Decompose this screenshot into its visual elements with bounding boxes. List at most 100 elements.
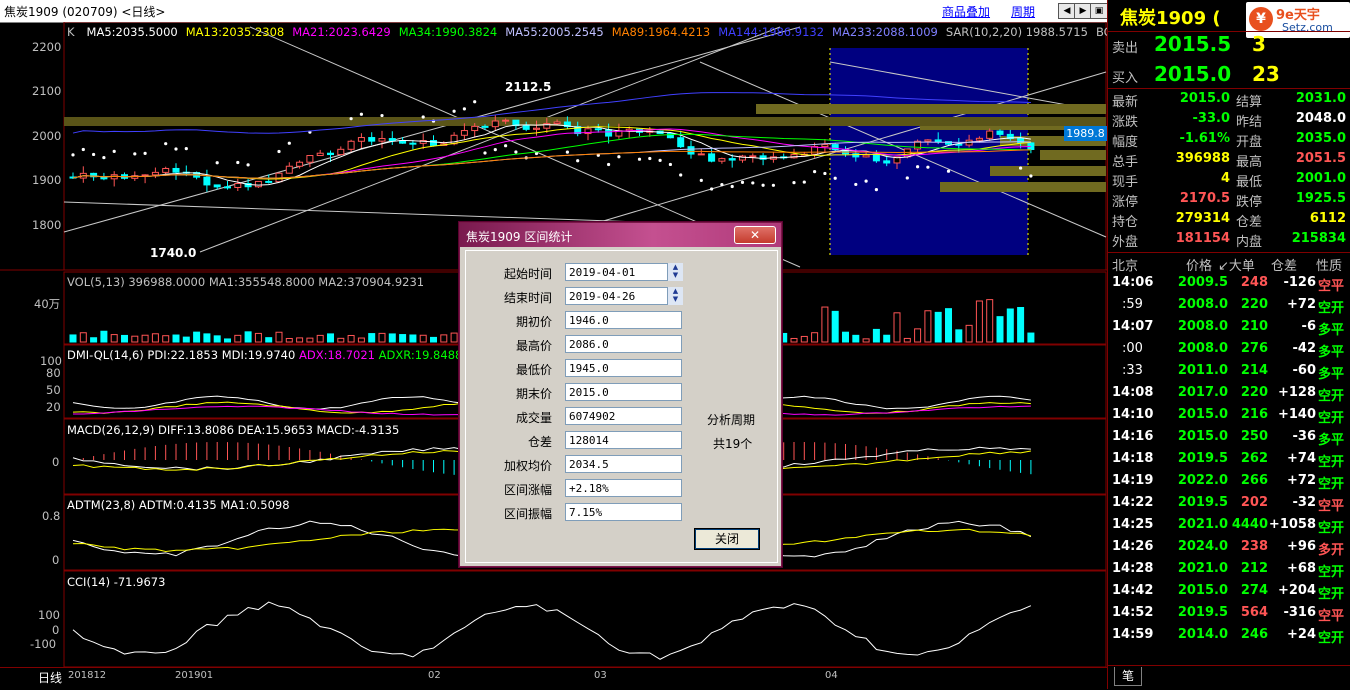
dmi-tick-80: 80 bbox=[46, 366, 61, 380]
sar-dot bbox=[679, 173, 683, 177]
volume-bar bbox=[914, 328, 922, 343]
volume-bar bbox=[337, 337, 345, 343]
candle-body bbox=[821, 144, 829, 148]
sar-dot bbox=[504, 144, 508, 148]
stat-field[interactable]: 2086.0 bbox=[565, 335, 682, 353]
dmi-tick-50: 50 bbox=[46, 383, 61, 397]
stat-field[interactable]: 6074902 bbox=[565, 407, 682, 425]
date-input[interactable]: 2019-04-26 bbox=[565, 287, 682, 305]
dmi-legend: DMI-QL(14,6) PDI:22.1853 MDI:19.9740 ADX… bbox=[67, 348, 462, 362]
sar-dot bbox=[916, 165, 920, 169]
sar-dot bbox=[71, 153, 75, 157]
stat-label: 外盘 bbox=[1112, 235, 1139, 250]
sar-dot bbox=[473, 100, 477, 104]
candle-body bbox=[347, 140, 355, 150]
ma-legend-item: MA13:2035.2308 bbox=[185, 25, 285, 39]
stat-field[interactable]: 2034.5 bbox=[565, 455, 682, 473]
stat-field[interactable]: 7.15% bbox=[565, 503, 682, 521]
volume-bar bbox=[1027, 332, 1035, 343]
dialog-field-label: 起始时间 bbox=[503, 267, 552, 281]
tick-diff: +128 bbox=[1277, 385, 1316, 400]
volume-bar bbox=[203, 333, 211, 343]
stat-label: 持仓 bbox=[1112, 215, 1139, 230]
tick-nature: 空开 bbox=[1318, 389, 1345, 404]
tick-time: 14:10 bbox=[1112, 407, 1154, 422]
sar-dot bbox=[380, 113, 384, 118]
buy-qty: 23 bbox=[1252, 62, 1280, 86]
sar-dot bbox=[874, 188, 879, 192]
volume-bar bbox=[131, 335, 139, 343]
spinner-icon[interactable]: ▲ ▼ bbox=[667, 287, 683, 305]
overlay-link[interactable]: 商品叠加 bbox=[942, 3, 990, 20]
tick-vol: 238 bbox=[1240, 539, 1268, 554]
tick-nature: 空平 bbox=[1318, 499, 1345, 514]
period-label[interactable]: 日线 bbox=[38, 669, 62, 686]
sar-dot bbox=[905, 176, 909, 180]
sar-dot bbox=[710, 187, 714, 191]
tab-ticks[interactable]: 笔 bbox=[1114, 667, 1142, 686]
stat-field[interactable]: +2.18% bbox=[565, 479, 682, 497]
candle-body bbox=[378, 138, 386, 142]
date-input[interactable]: 2019-04-01 bbox=[565, 263, 682, 281]
tick-diff: -316 bbox=[1283, 605, 1316, 620]
dialog-close-icon[interactable]: ✕ bbox=[734, 226, 776, 244]
candle-body bbox=[697, 153, 705, 156]
candle-body bbox=[224, 186, 231, 189]
candle-body bbox=[986, 130, 994, 139]
tick-time: 14:16 bbox=[1112, 429, 1154, 444]
tick-price: 2008.0 bbox=[1177, 341, 1228, 356]
volume-bar bbox=[265, 337, 273, 343]
sar-dot bbox=[277, 149, 281, 154]
sar-dot bbox=[359, 112, 363, 116]
sar-dot bbox=[133, 152, 137, 156]
dialog-field-label: 成交量 bbox=[515, 411, 552, 425]
cci-tick-100: 100 bbox=[38, 608, 60, 622]
candle-body bbox=[553, 121, 561, 125]
candle-body bbox=[430, 140, 437, 146]
macd-tick-0: 0 bbox=[52, 455, 60, 469]
sar-dot bbox=[215, 161, 219, 165]
close-button[interactable]: 关闭 bbox=[694, 528, 760, 550]
tick-diff: -126 bbox=[1283, 275, 1316, 290]
tick-list[interactable]: 14:06 2009.5 248 -126 空平:59 2008.0 220 +72 空开 14:… bbox=[1108, 273, 1350, 653]
volume-bar bbox=[69, 334, 77, 343]
volume-profile-bar bbox=[64, 117, 1106, 126]
tick-row: :33 2011.0 214 -60 多平 bbox=[1108, 361, 1350, 383]
sar-dot bbox=[236, 160, 240, 165]
volume-bar bbox=[883, 334, 891, 343]
dialog-title-bar[interactable]: 焦炭1909 区间统计 ✕ bbox=[460, 223, 781, 247]
x-label-02: 02 bbox=[428, 670, 441, 681]
candle-body bbox=[975, 137, 983, 141]
candle-body bbox=[306, 155, 314, 163]
gann-line bbox=[63, 201, 641, 223]
tick-diff: +72 bbox=[1287, 473, 1316, 488]
cci-legend: CCI(14) -71.9673 bbox=[67, 575, 166, 589]
stat-field[interactable]: 2015.0 bbox=[565, 383, 682, 401]
stat-field[interactable]: 128014 bbox=[565, 431, 682, 449]
chart-title-bar: 焦炭1909 (020709) <日线> 商品叠加 周期 ◀ ▶ ▣ bbox=[0, 0, 1108, 23]
interval-stats-dialog[interactable]: 焦炭1909 区间统计 ✕ 起始时间 2019-04-01 ▲ ▼ 结束时间 2019-0… bbox=[459, 222, 782, 567]
tick-time: 14:19 bbox=[1112, 473, 1154, 488]
sar-dot bbox=[740, 180, 745, 184]
stat-field[interactable]: 1946.0 bbox=[565, 311, 682, 329]
tick-price: 2017.0 bbox=[1177, 385, 1228, 400]
x-label-201812: 201812 bbox=[68, 670, 107, 681]
panel-frame bbox=[63, 570, 1107, 667]
quote-panel: 焦炭1909 ( ¥ 9e天宇 Setz.com 卖出 2015.5 3 买入 … bbox=[1107, 0, 1350, 689]
spinner-icon[interactable]: ▲ ▼ bbox=[667, 263, 683, 281]
candle-body bbox=[296, 161, 304, 167]
sar-dot bbox=[102, 155, 106, 160]
sar-dot bbox=[174, 147, 178, 151]
window-restore-icon[interactable]: ▣ bbox=[1090, 3, 1108, 19]
volume-bar bbox=[986, 299, 994, 343]
dmi-label-adx: ADX:18.7021 bbox=[298, 348, 375, 362]
sar-dot bbox=[1019, 166, 1023, 170]
period-link[interactable]: 周期 bbox=[1011, 3, 1035, 20]
sar-dot bbox=[112, 149, 116, 153]
candle-body bbox=[203, 176, 211, 186]
quote-stats: 最新 2015.0 结算 2031.0 涨跌 -33.0 昨结 2048.0 幅度 -1.61% 开… bbox=[1108, 91, 1350, 251]
stat-field[interactable]: 1945.0 bbox=[565, 359, 682, 377]
sar-dot bbox=[771, 183, 776, 187]
candle-body bbox=[924, 139, 932, 142]
buy-price: 2015.0 bbox=[1154, 62, 1232, 86]
